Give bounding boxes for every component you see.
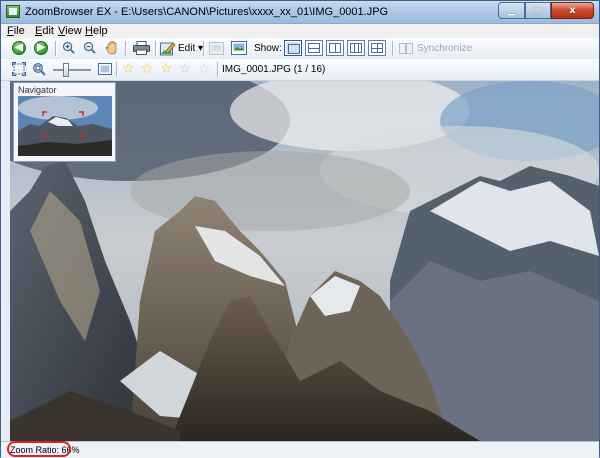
close-icon: x [569,5,576,16]
forward-arrow-icon[interactable]: ▶ [34,41,48,55]
view-single-icon [288,44,300,54]
file-info-label: IMG_0001.JPG (1 / 16) [222,64,326,75]
close-button[interactable]: x [551,2,594,19]
zoom-slider-track[interactable] [53,69,91,71]
back-arrow-icon[interactable]: ◀ [12,41,26,55]
toolbar-separator [217,62,219,77]
actual-size-icon[interactable] [32,62,46,76]
minimize-button[interactable]: ▁ [498,2,525,19]
view-split-horizontal-icon [308,43,320,53]
view-single-button[interactable] [284,40,302,56]
view-split-vertical-button[interactable] [326,40,344,56]
zoom-ratio-highlight [7,441,71,457]
toolbar-separator [392,41,394,56]
hand-pan-icon[interactable] [104,40,120,56]
menu-file[interactable]: File [7,25,25,37]
synchronize-icon [399,43,413,54]
maximize-icon: □ [533,5,543,16]
view-split-vertical-icon [329,43,341,53]
window-controls: ▁ □ x [498,2,594,19]
view-triple-icon [350,43,362,53]
app-window: ZoomBrowser EX - E:\Users\CANON\Pictures… [0,0,600,458]
app-icon [6,5,20,18]
view-triple-button[interactable] [347,40,365,56]
view-quad-icon [371,43,383,53]
show-label: Show: [254,43,282,54]
synchronize-button: Synchronize [417,43,473,54]
zoom-out-icon[interactable] [83,41,96,54]
toolbar-separator [55,41,57,56]
navigator-title: Navigator [18,85,57,95]
menu-edit[interactable]: Edit [35,25,54,37]
printer-icon[interactable] [133,41,150,55]
navigator-thumbnail-image [18,96,112,156]
edit-pencil-icon[interactable] [160,41,176,56]
toolbar-separator [155,41,157,56]
menu-bar: File Edit View Help [1,24,599,38]
fit-to-window-icon[interactable] [12,62,26,76]
menu-help[interactable]: Help [85,25,108,37]
minimize-icon: ▁ [507,5,516,16]
rating-star-1-icon[interactable]: ☆ [122,62,135,76]
navigator-panel[interactable]: Navigator [13,82,116,162]
edit-menu-button[interactable]: Edit ▾ [178,43,203,54]
disabled-export-icon [209,42,224,55]
maximize-button[interactable]: □ [525,2,551,19]
navigator-thumbnail[interactable] [18,96,112,156]
toolbar-separator [116,62,118,77]
view-quad-button[interactable] [368,40,386,56]
toolbar-separator [125,41,127,56]
rating-star-4-icon[interactable]: ☆ [179,62,192,76]
rating-star-5-icon[interactable]: ☆ [198,62,211,76]
status-bar: Zoom Ratio: 66% [1,441,599,458]
main-toolbar: ◀ ▶ Edit ▾ Show: Synchronize [1,38,599,60]
menu-view[interactable]: View [58,25,82,37]
title-bar[interactable]: ZoomBrowser EX - E:\Users\CANON\Pictures… [1,1,599,24]
toolbar-separator [203,41,205,56]
zoom-slider-thumb[interactable] [63,63,70,77]
full-screen-icon[interactable] [98,63,112,75]
secondary-toolbar: ☆ ☆ ☆ ☆ ☆ IMG_0001.JPG (1 / 16) [1,59,599,81]
rating-star-3-icon[interactable]: ☆ [160,62,173,76]
view-split-horizontal-button[interactable] [305,40,323,56]
window-title: ZoomBrowser EX - E:\Users\CANON\Pictures… [25,6,389,18]
zoom-in-icon[interactable] [62,41,75,54]
slideshow-icon[interactable] [231,41,247,55]
rating-star-2-icon[interactable]: ☆ [141,62,154,76]
